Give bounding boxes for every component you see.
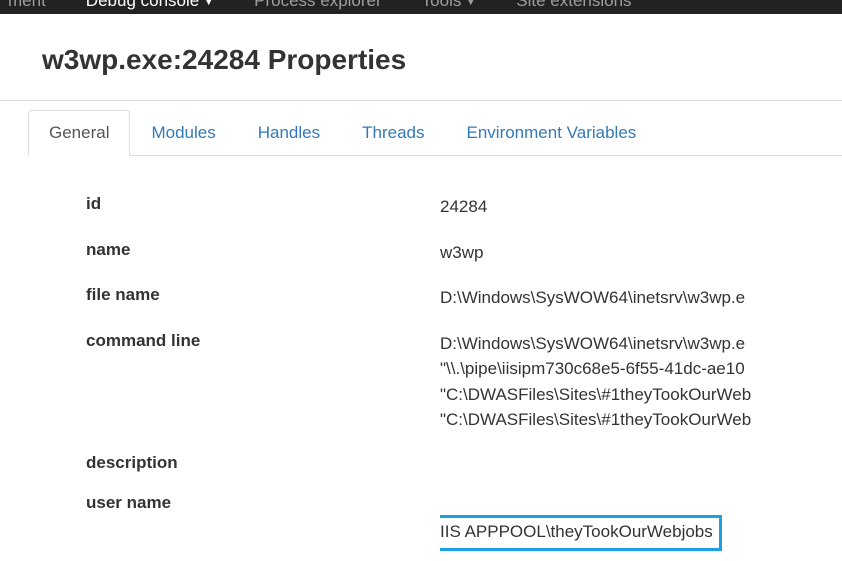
property-value: 24284	[440, 194, 842, 220]
chevron-down-icon: ▼	[203, 0, 214, 8]
menu-label: Tools	[422, 0, 462, 10]
menu-item-site-extensions[interactable]: Site extensions	[516, 0, 631, 11]
properties-panel: id 24284 name w3wp file name D:\Windows\…	[0, 156, 842, 561]
property-row-user-name: user name IIS APPPOOL\theyTookOurWebjobs	[40, 483, 842, 561]
property-label: description	[40, 453, 440, 473]
property-row-command-line: command line D:\Windows\SysWOW64\inetsrv…	[40, 321, 842, 443]
tab-threads[interactable]: Threads	[341, 110, 445, 156]
property-label: name	[40, 240, 440, 266]
tab-modules[interactable]: Modules	[130, 110, 236, 156]
property-row-description: description	[40, 443, 842, 483]
page-title: w3wp.exe:24284 Properties	[0, 14, 842, 100]
property-row-name: name w3wp	[40, 230, 842, 276]
menu-item-debug-console[interactable]: Debug console ▼	[86, 0, 214, 11]
menu-item-process-explorer[interactable]: Process explorer	[254, 0, 382, 11]
property-value: IIS APPPOOL\theyTookOurWebjobs	[440, 493, 842, 551]
divider	[0, 100, 842, 101]
property-value: w3wp	[440, 240, 842, 266]
tab-environment-variables[interactable]: Environment Variables	[446, 110, 658, 156]
menu-item-fragment[interactable]: ment	[8, 0, 46, 11]
property-row-file-name: file name D:\Windows\SysWOW64\inetsrv\w3…	[40, 275, 842, 321]
property-value	[440, 453, 842, 473]
property-label: command line	[40, 331, 440, 433]
chevron-down-icon: ▼	[465, 0, 476, 8]
property-row-id: id 24284	[40, 184, 842, 230]
property-label: id	[40, 194, 440, 220]
tab-general[interactable]: General	[28, 110, 130, 156]
tab-list: General Modules Handles Threads Environm…	[28, 109, 842, 156]
property-value: D:\Windows\SysWOW64\inetsrv\w3wp.e	[440, 285, 842, 311]
top-menu-bar: ment Debug console ▼ Process explorer Too…	[0, 0, 842, 14]
property-value: D:\Windows\SysWOW64\inetsrv\w3wp.e "\\.\…	[440, 331, 842, 433]
property-label: user name	[40, 493, 440, 551]
tab-handles[interactable]: Handles	[237, 110, 341, 156]
menu-item-tools[interactable]: Tools▼	[422, 0, 477, 11]
menu-label: Debug console	[86, 0, 199, 10]
property-label: file name	[40, 285, 440, 311]
highlight-box: IIS APPPOOL\theyTookOurWebjobs	[440, 515, 722, 551]
